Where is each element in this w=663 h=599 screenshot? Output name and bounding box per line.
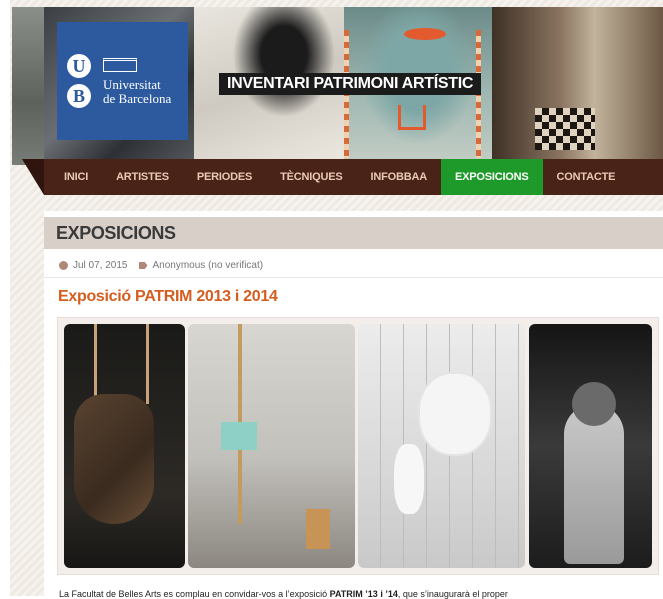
section-header: EXPOSICIONS <box>44 217 663 249</box>
post-title-link[interactable]: Exposició PATRIM 2013 i 2014 <box>58 288 278 306</box>
nav-item-infobbaa[interactable]: INFOBBAA <box>356 159 440 195</box>
photo-detail-string <box>94 324 97 404</box>
banner-detail-checker-floor <box>535 108 595 150</box>
banner-detail-orange-shape <box>404 28 446 40</box>
meta-divider <box>44 277 663 278</box>
university-name: Universitat de Barcelona <box>103 77 172 106</box>
logo-monogram-u: U <box>67 54 91 78</box>
section-title: EXPOSICIONS <box>56 223 176 243</box>
photo-detail-child-head <box>572 382 616 426</box>
photo-detail-mask <box>420 374 490 454</box>
nav-item-artistes[interactable]: ARTISTES <box>102 159 183 195</box>
photo-detail-screen <box>221 422 257 450</box>
logo-building-icon <box>103 58 137 72</box>
post-image-gallery[interactable] <box>57 317 659 575</box>
nav-item-contacte[interactable]: CONTACTE <box>543 159 630 195</box>
main-content: EXPOSICIONS Jul 07, 2015 Anonymous (no v… <box>44 211 663 599</box>
post-intro-text: La Facultat de Belles Arts es complau en… <box>59 589 508 599</box>
nav-item-periodes[interactable]: PERIODES <box>183 159 266 195</box>
photo-detail-string <box>146 324 149 404</box>
main-nav: INICI ARTISTES PERIODES TÈCNIQUES INFOBB… <box>44 159 663 195</box>
tag-icon <box>138 262 148 269</box>
nav-item-exposicions[interactable]: EXPOSICIONS <box>440 159 543 195</box>
nav-item-tecniques[interactable]: TÈCNIQUES <box>266 159 356 195</box>
photo-detail-stool <box>306 509 330 549</box>
gallery-photo-child[interactable] <box>529 324 652 568</box>
site-title[interactable]: INVENTARI PATRIMONI ARTÍSTIC <box>219 73 482 95</box>
gallery-photo-installation[interactable] <box>188 324 355 568</box>
post-author: Anonymous (no verificat) <box>152 260 264 271</box>
post-date: Jul 07, 2015 <box>73 260 128 271</box>
nav-ribbon-tail <box>22 159 44 195</box>
banner-detail-house-outline <box>398 105 426 130</box>
gallery-photo-masks[interactable] <box>358 324 525 568</box>
nav-item-inici[interactable]: INICI <box>44 159 102 195</box>
clock-icon <box>59 261 68 270</box>
banner-image-edge <box>12 7 44 165</box>
photo-detail-torso-sculpture <box>74 394 154 524</box>
logo-monogram-b: B <box>67 84 91 108</box>
gallery-photo-armor[interactable] <box>64 324 185 568</box>
photo-detail-figure <box>394 444 424 514</box>
university-logo[interactable]: U B Universitat de Barcelona <box>57 22 188 140</box>
post-meta: Jul 07, 2015 Anonymous (no verificat) <box>59 260 263 271</box>
photo-detail-child-body <box>564 404 624 564</box>
